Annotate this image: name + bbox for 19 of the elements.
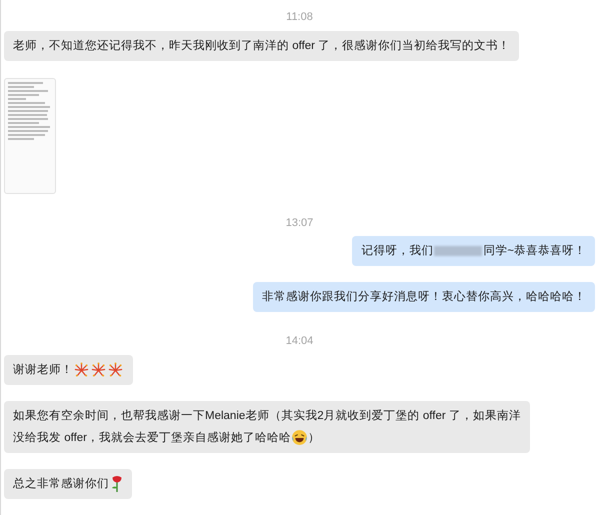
blurred-name — [434, 246, 482, 256]
timestamp: 14:04 — [286, 334, 314, 349]
laughing-face-icon — [291, 429, 308, 446]
message-text: 非常感谢你跟我们分享好消息呀！衷心替你高兴，哈哈哈哈！ — [262, 289, 586, 305]
message-text: 谢谢老师！ — [13, 362, 73, 378]
rose-icon — [111, 474, 123, 492]
message-text: 总之非常感谢你们 — [13, 476, 109, 492]
message-text: 老师，不知道您还记得我不，昨天我刚收到了南洋的 offer 了，很感谢你们当初给我写的文书！ — [13, 38, 510, 54]
message-text: ） — [308, 430, 320, 446]
fireworks-icon — [108, 362, 123, 377]
timestamp: 11:08 — [286, 10, 313, 25]
message-text: 记得呀，我们 — [361, 244, 434, 259]
message-text: 同学~恭喜恭喜呀！ — [483, 244, 586, 259]
timestamp: 13:07 — [286, 216, 314, 230]
message-text: 没给我发 offer，我就会去爱丁堡亲自感谢她了哈哈哈 — [13, 430, 291, 446]
document-thumbnail[interactable] — [4, 78, 56, 194]
fireworks-icon — [91, 362, 106, 377]
message-text: 如果您有空余时间，也帮我感谢一下Melanie老师（其实我2月就收到爱丁堡的 offer 了，如果南洋 — [13, 408, 521, 424]
fireworks-icon — [74, 362, 89, 377]
